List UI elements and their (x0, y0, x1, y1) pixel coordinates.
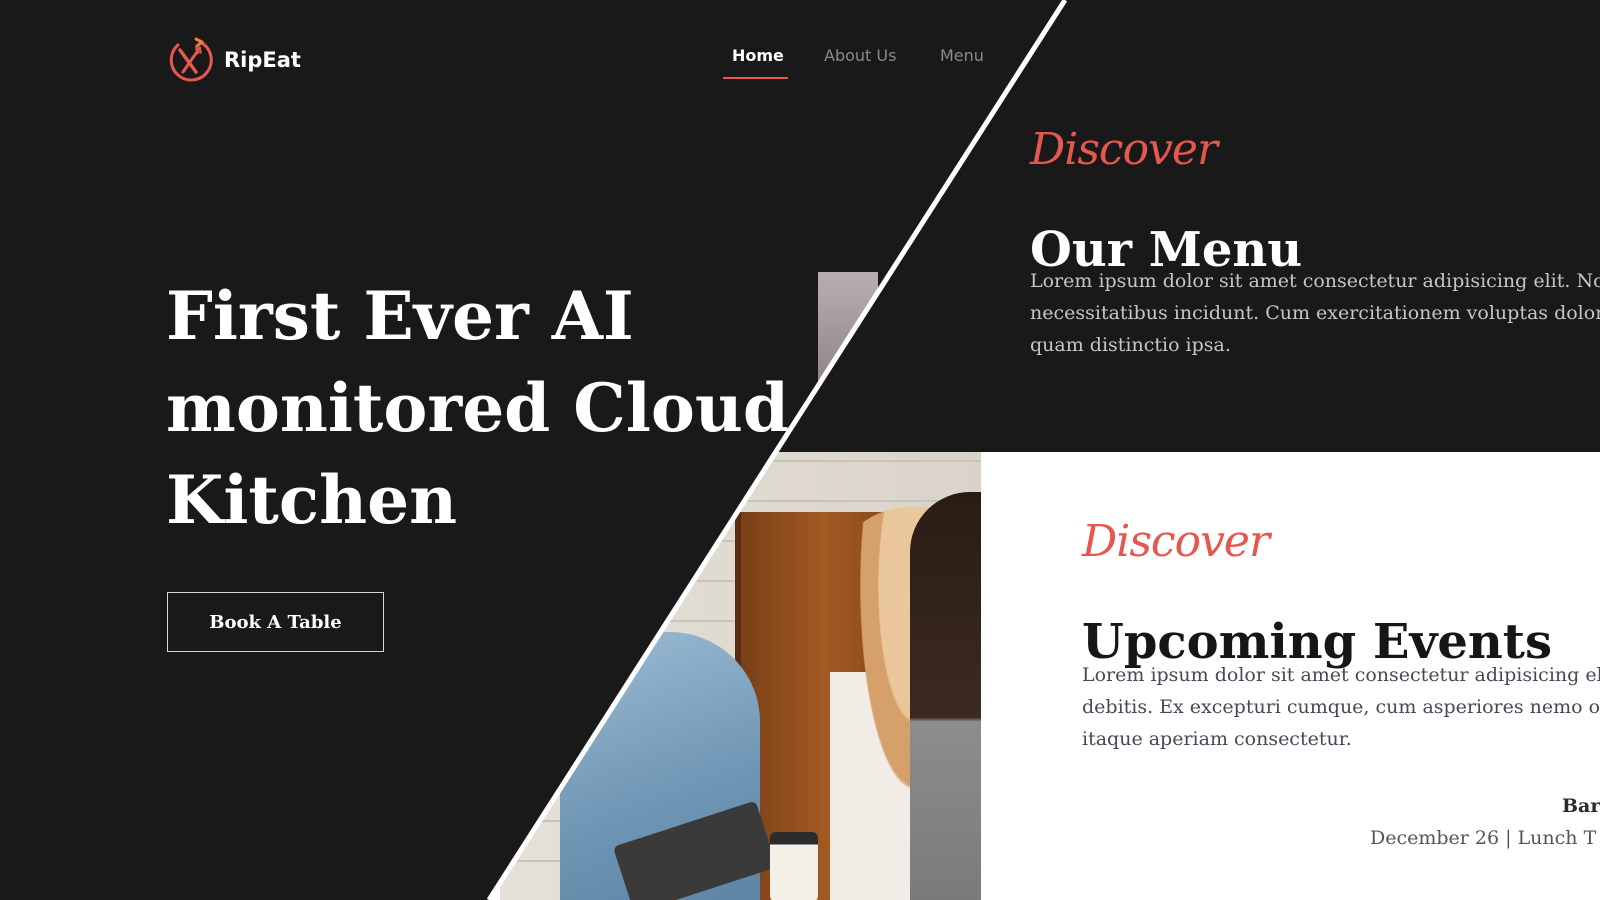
events-kicker: Discover (1082, 516, 1270, 567)
menu-description: Lorem ipsum dolor sit amet consectetur a… (1030, 265, 1600, 361)
events-description-line: debitis. Ex excepturi cumque, cum asperi… (1082, 696, 1600, 718)
book-table-button[interactable]: Book A Table (167, 592, 384, 652)
event-date: December 26 | Lunch T (1370, 827, 1597, 849)
hero-title-line: First Ever AI (166, 277, 634, 355)
nav-home[interactable]: Home (732, 46, 784, 65)
menu-description-line: quam distinctio ipsa. (1030, 334, 1231, 356)
hero-title-line: monitored Cloud (166, 369, 790, 447)
menu-description-line: Lorem ipsum dolor sit amet consectetur a… (1030, 270, 1600, 292)
hero-title-line: Kitchen (166, 461, 458, 539)
nav-active-indicator (723, 77, 788, 79)
events-description-line: Lorem ipsum dolor sit amet consectetur a… (1082, 664, 1600, 686)
nav-menu[interactable]: Menu (940, 46, 984, 65)
event-name: Bar (1562, 795, 1600, 817)
brand-name: RipEat (224, 48, 301, 72)
hero-title: First Ever AI monitored Cloud Kitchen (166, 270, 789, 546)
brand-logo[interactable]: RipEat (166, 36, 301, 84)
menu-description-line: necessitatibus incidunt. Cum exercitatio… (1030, 302, 1600, 324)
events-description: Lorem ipsum dolor sit amet consectetur a… (1082, 659, 1600, 755)
menu-kicker: Discover (1030, 124, 1218, 175)
events-description-line: itaque aperiam consectetur. (1082, 728, 1352, 750)
nav-about-us[interactable]: About Us (824, 46, 896, 65)
fork-knife-circle-icon (169, 37, 213, 82)
